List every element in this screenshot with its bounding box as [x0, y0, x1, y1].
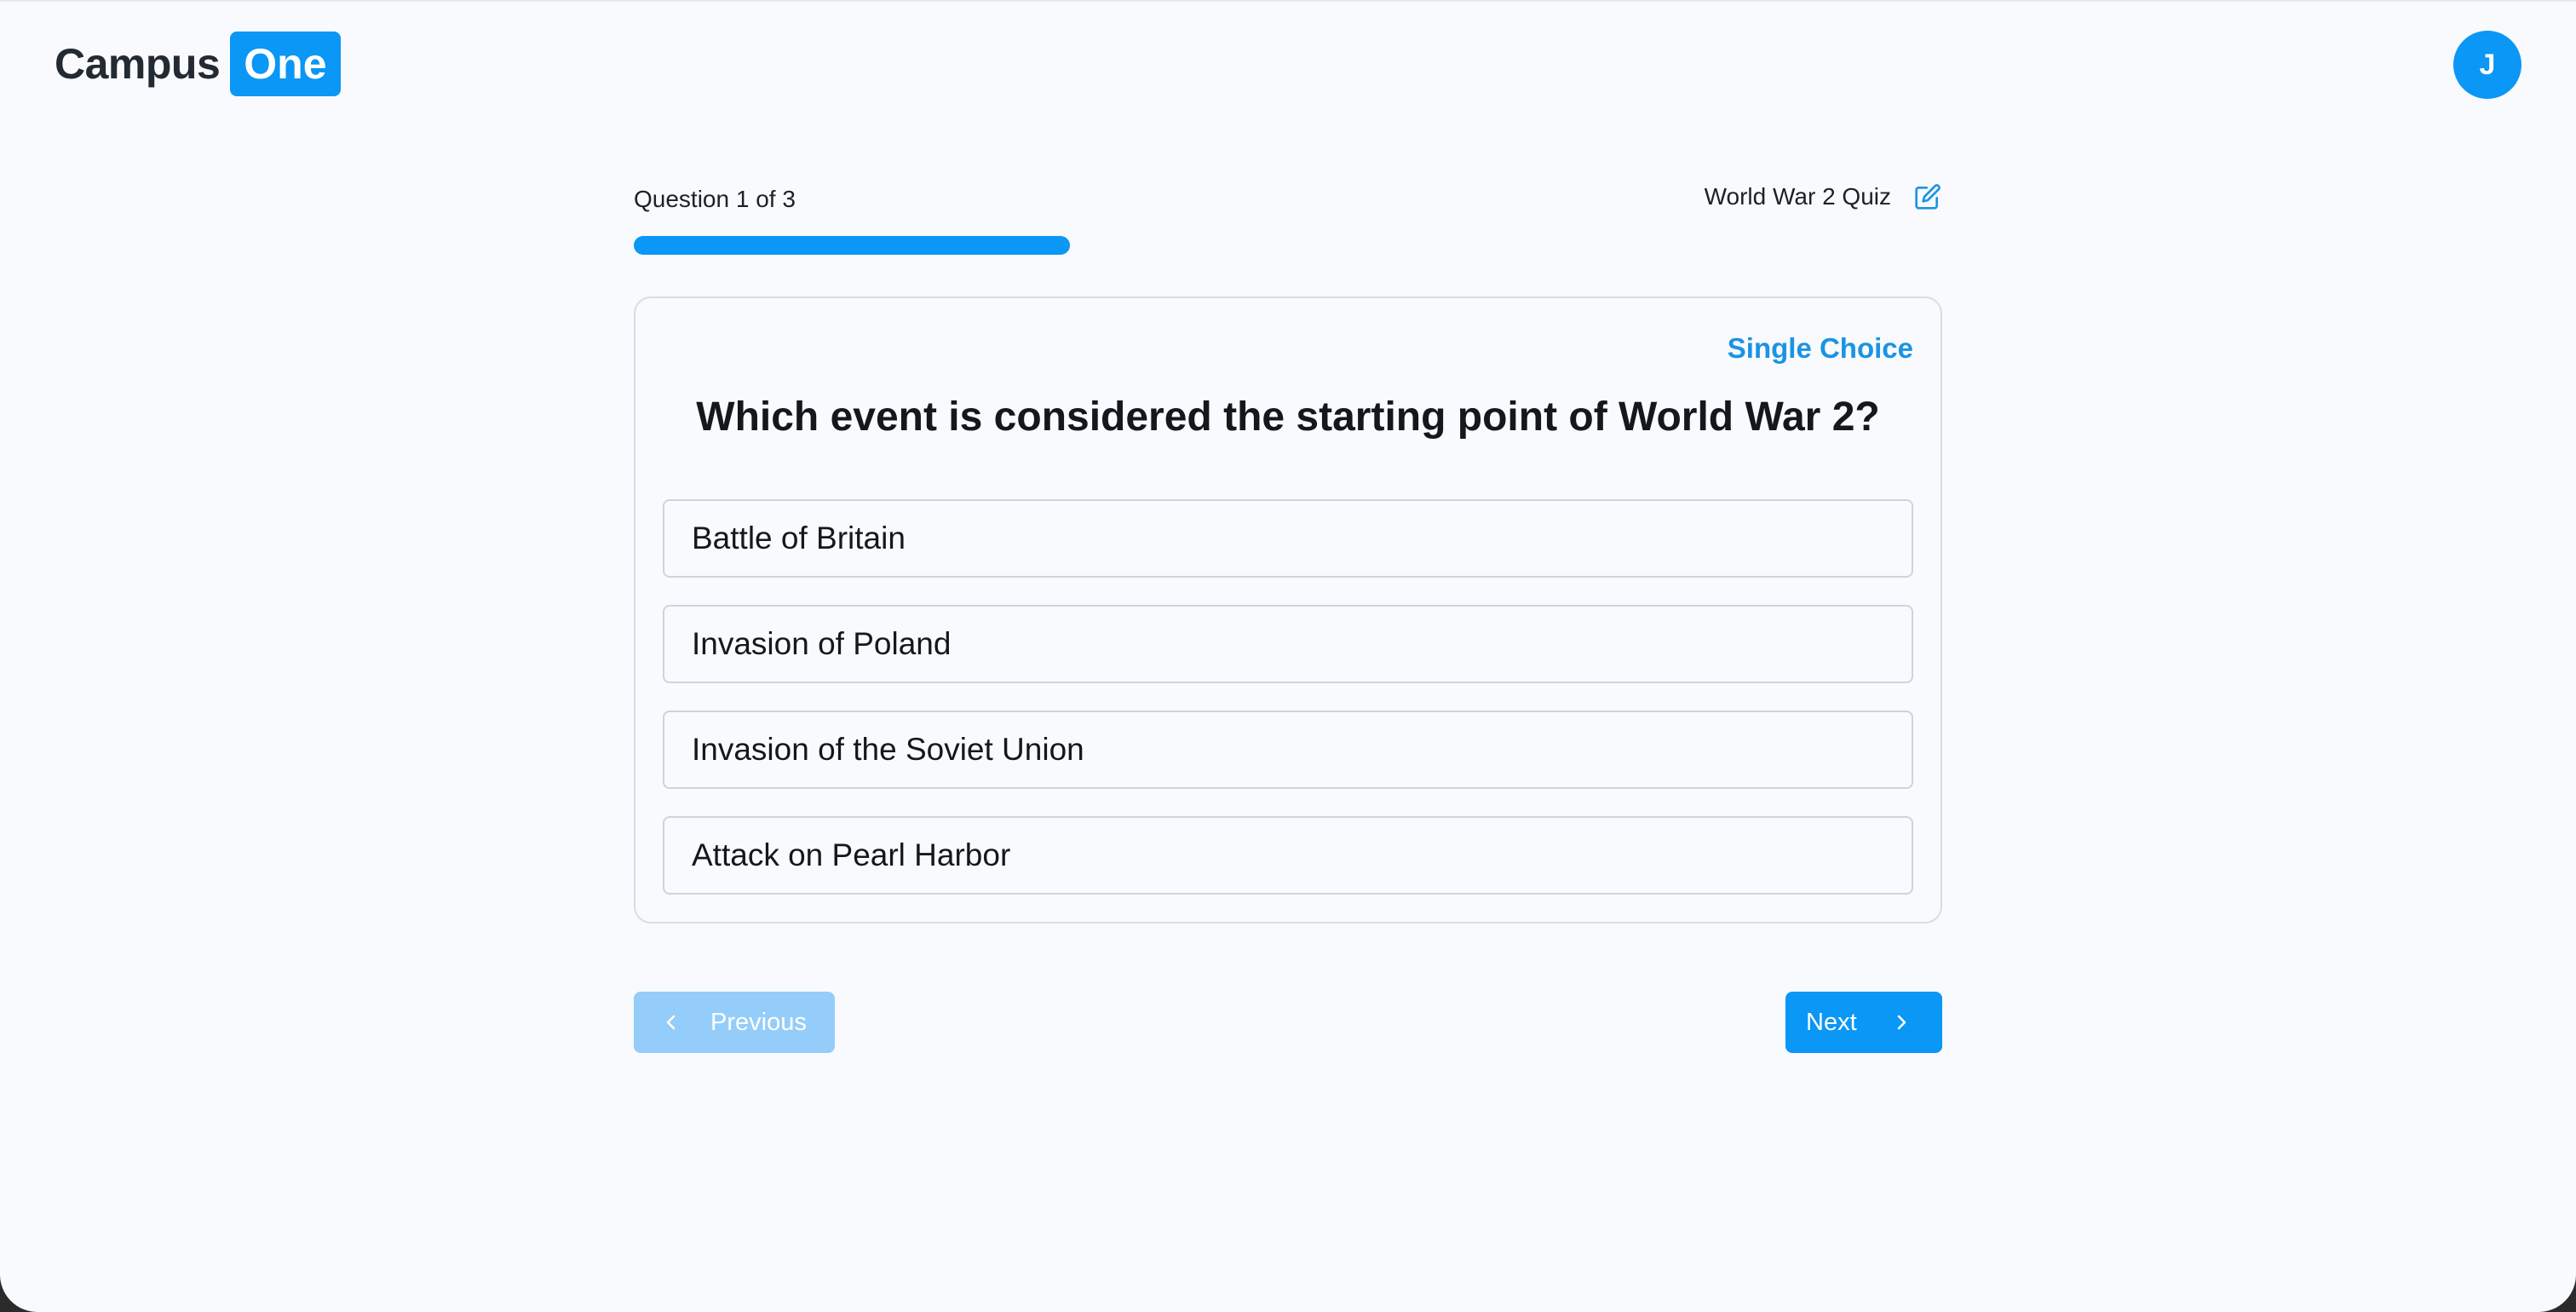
next-button[interactable]: Next: [1785, 992, 1942, 1053]
edit-pencil-icon[interactable]: [1913, 182, 1942, 211]
answer-options: Battle of Britain Invasion of Poland Inv…: [663, 499, 1913, 922]
chevron-left-icon: [661, 1012, 681, 1033]
brand-badge: One: [230, 32, 341, 96]
progress-bar: [634, 236, 1942, 255]
brand-logo[interactable]: Campus One: [55, 31, 341, 97]
quiz-title: World War 2 Quiz: [1704, 183, 1891, 210]
brand-name: Campus: [55, 40, 221, 88]
question-type-label: Single Choice: [1727, 332, 1913, 364]
answer-option[interactable]: Attack on Pearl Harbor: [663, 816, 1913, 895]
previous-button-label: Previous: [710, 1008, 807, 1036]
answer-option[interactable]: Battle of Britain: [663, 499, 1913, 578]
answer-option[interactable]: Invasion of the Soviet Union: [663, 711, 1913, 789]
user-avatar[interactable]: J: [2453, 31, 2521, 99]
answer-option[interactable]: Invasion of Poland: [663, 605, 1913, 683]
question-text: Which event is considered the starting p…: [696, 394, 1880, 440]
progress-bar-fill: [634, 236, 1070, 255]
chevron-right-icon: [1891, 1012, 1912, 1033]
previous-button[interactable]: Previous: [634, 992, 835, 1053]
question-counter: Question 1 of 3: [634, 186, 796, 212]
question-card: Single Choice Which event is considered …: [634, 296, 1942, 924]
quiz-title-group: World War 2 Quiz: [1705, 182, 1942, 211]
next-button-label: Next: [1806, 1008, 1857, 1036]
quiz-page: Campus One J Question 1 of 3 World War 2…: [0, 0, 2576, 1312]
